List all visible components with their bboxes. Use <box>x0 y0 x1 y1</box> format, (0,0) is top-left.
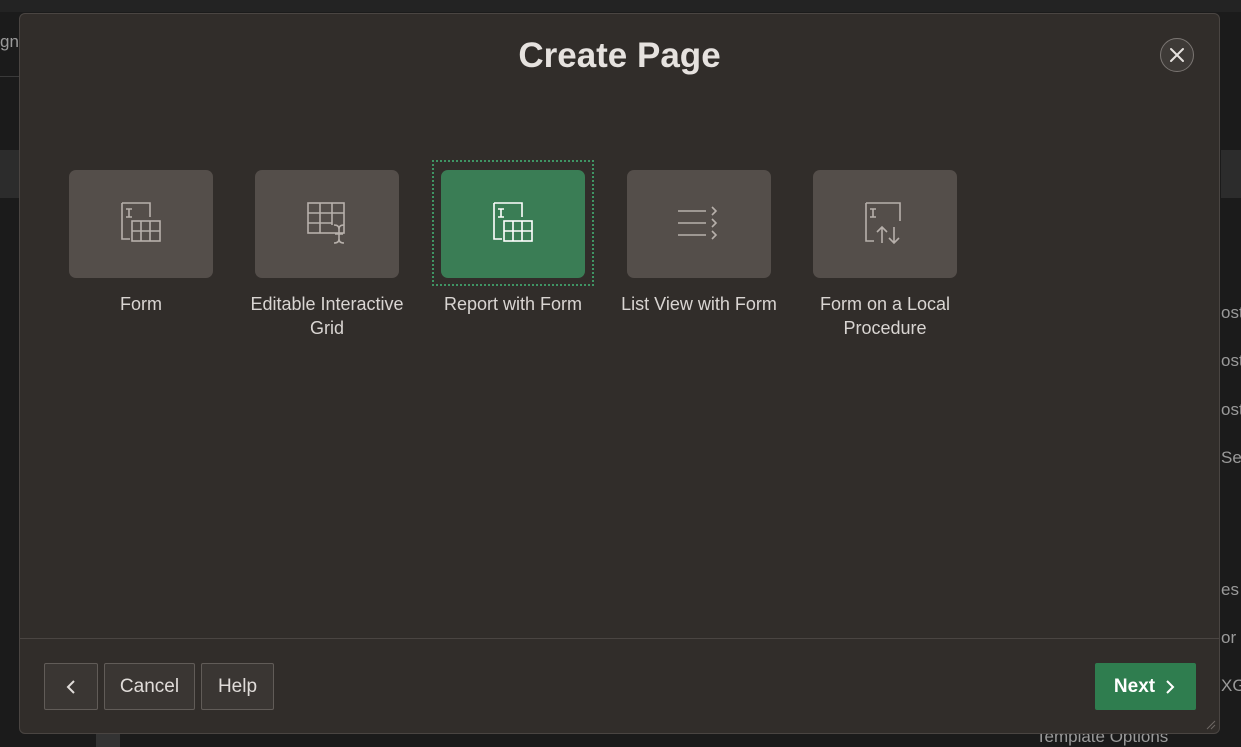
top-bar <box>0 0 1241 12</box>
cancel-button[interactable]: Cancel <box>104 663 195 710</box>
report-with-form-icon <box>493 202 533 242</box>
chevron-left-icon <box>66 679 75 694</box>
background-text: XG <box>1221 676 1241 695</box>
dialog-footer: Cancel Help Next <box>20 638 1219 733</box>
background-text: Se <box>1221 448 1241 467</box>
background-text: ost <box>1221 400 1241 419</box>
tile-label: Form on a Local Procedure <box>819 294 951 338</box>
next-button-label: Next <box>1113 675 1156 697</box>
back-button[interactable] <box>44 663 98 710</box>
editable-grid-icon <box>307 202 345 244</box>
tile-editable-interactive-grid[interactable]: Editable Interactive Grid <box>242 170 412 340</box>
tile-box <box>813 170 957 278</box>
tile-label: Form <box>120 294 162 314</box>
tile-list-view-with-form[interactable]: List View with Form <box>614 170 784 316</box>
divider <box>0 76 19 77</box>
tile-report-with-form[interactable]: Report with Form <box>428 160 598 316</box>
tile-label: Report with Form <box>443 294 583 314</box>
close-button[interactable] <box>1160 38 1194 72</box>
background-block <box>96 734 120 747</box>
form-procedure-icon <box>865 202 901 245</box>
background-text: or <box>1221 628 1237 647</box>
sidebar-item <box>0 150 19 198</box>
side-panel-row <box>1221 150 1241 198</box>
close-icon <box>1170 48 1184 62</box>
help-button[interactable]: Help <box>201 663 274 710</box>
chevron-right-icon <box>1166 679 1175 694</box>
tile-box <box>441 170 585 278</box>
tile-label: List View with Form <box>621 294 777 314</box>
background-text: es <box>1221 580 1239 599</box>
next-button[interactable]: Next <box>1095 663 1196 710</box>
dialog-title: Create Page <box>518 36 721 75</box>
list-view-icon <box>678 206 718 240</box>
tile-box <box>255 170 399 278</box>
resize-handle-icon[interactable] <box>1204 718 1216 730</box>
tile-form[interactable]: Form <box>56 170 226 316</box>
background-text: gne <box>0 32 19 51</box>
tile-form-on-local-procedure[interactable]: Form on a Local Procedure <box>800 170 970 340</box>
form-icon <box>121 202 161 242</box>
background-text: ost <box>1221 351 1241 370</box>
tile-box <box>69 170 213 278</box>
tile-label: Editable Interactive Grid <box>250 294 404 338</box>
tile-box <box>627 170 771 278</box>
create-page-dialog: Create Page Form Editable Interactive Gr… <box>19 13 1220 734</box>
background-text: ost <box>1221 303 1241 322</box>
